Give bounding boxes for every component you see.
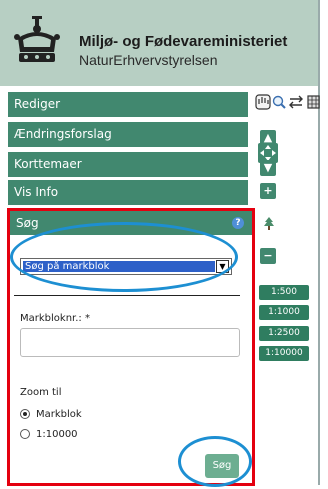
ministry-name: Miljø- og Fødevareministeriet <box>79 33 288 50</box>
divider <box>14 295 240 296</box>
measure-area-icon[interactable] <box>307 95 320 109</box>
radio-1-10000-icon[interactable] <box>20 429 30 439</box>
select-highlight-oval <box>10 222 238 292</box>
page-header: Miljø- og Fødevareministeriet NaturErhve… <box>0 0 318 86</box>
panel-aendringsforslag[interactable]: Ændringsforslag <box>8 122 248 147</box>
scale-1-1000-button[interactable]: 1:1000 <box>259 305 309 320</box>
radio-markblok-label: Markblok <box>36 409 82 420</box>
panel-rediger[interactable]: Rediger <box>8 92 248 117</box>
panel-vis-info[interactable]: Vis Info <box>8 180 248 205</box>
zoom-in-button[interactable]: + <box>260 183 276 199</box>
crown-logo <box>14 16 60 62</box>
pan-hand-icon[interactable] <box>255 94 271 110</box>
button-highlight-oval <box>178 436 252 487</box>
markbloknr-label: Markbloknr.: * <box>20 313 90 324</box>
map-toolbar <box>255 94 320 110</box>
help-icon[interactable]: ? <box>232 217 244 229</box>
scale-1-2500-button[interactable]: 1:2500 <box>259 326 309 341</box>
scale-1-500-button[interactable]: 1:500 <box>259 285 309 300</box>
radio-markblok-icon[interactable] <box>20 409 30 419</box>
markbloknr-input[interactable] <box>20 328 240 357</box>
agency-name: NaturErhvervstyrelsen <box>79 52 218 68</box>
radio-markblok[interactable]: Markblok <box>20 408 82 422</box>
pan-down-button[interactable]: ▼ <box>260 160 276 176</box>
tree-icon[interactable] <box>262 216 276 230</box>
panel-korttemaer[interactable]: Korttemaer <box>8 152 248 177</box>
measure-distance-icon[interactable] <box>289 95 303 109</box>
radio-1-10000-label: 1:10000 <box>36 429 78 440</box>
scale-1-10000-button[interactable]: 1:10000 <box>259 346 309 361</box>
search-panel-title: Søg <box>16 216 39 230</box>
zoom-to-label: Zoom til <box>20 387 62 398</box>
zoom-magnifier-icon[interactable] <box>272 95 286 109</box>
radio-1-10000[interactable]: 1:10000 <box>20 428 78 442</box>
zoom-out-button[interactable]: − <box>260 248 276 264</box>
